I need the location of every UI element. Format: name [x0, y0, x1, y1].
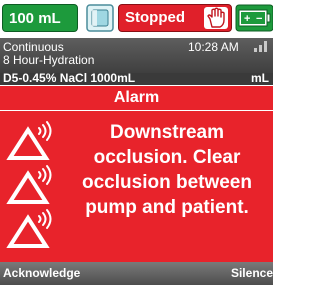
svg-text:−: − — [256, 13, 262, 25]
drug-bar: D5-0.45% NaCl 1000mL mL — [0, 71, 273, 85]
alarm-divider — [0, 110, 273, 111]
iv-bag-icon — [86, 4, 114, 32]
infusion-info-panel: Continuous 10:28 AM 8 Hour-Hydration — [0, 38, 273, 73]
acknowledge-button[interactable]: Acknowledge — [3, 262, 80, 285]
softkey-bar: Acknowledge Silence — [0, 262, 273, 285]
rate-units: mL — [251, 71, 269, 85]
svg-text:+: + — [244, 13, 250, 25]
alarm-title: Alarm — [113, 89, 160, 106]
clock-time: 10:28 AM — [188, 40, 239, 54]
pump-state-indicator: Stopped — [118, 4, 232, 32]
alarm-panel: Alarm Downstream occlusion. Clear occlus… — [0, 86, 273, 262]
drug-name: D5-0.45% NaCl 1000mL — [3, 71, 136, 85]
status-bar: 100 mL Stopped + − — [0, 0, 273, 37]
silence-button[interactable]: Silence — [231, 262, 273, 285]
audio-alarm-triangle-icon — [6, 121, 52, 248]
therapy-name: 8 Hour-Hydration — [3, 53, 95, 67]
volume-indicator: 100 mL — [2, 4, 78, 32]
pump-screen: 100 mL Stopped + − Continuous 10:28 AM 8… — [0, 0, 273, 285]
hand-stop-icon — [204, 7, 228, 29]
signal-icon — [254, 41, 267, 52]
pump-state-label: Stopped — [125, 9, 185, 26]
alarm-message: Downstream occlusion. Clear occlusion be… — [82, 122, 252, 218]
battery-icon: + − — [235, 4, 273, 32]
